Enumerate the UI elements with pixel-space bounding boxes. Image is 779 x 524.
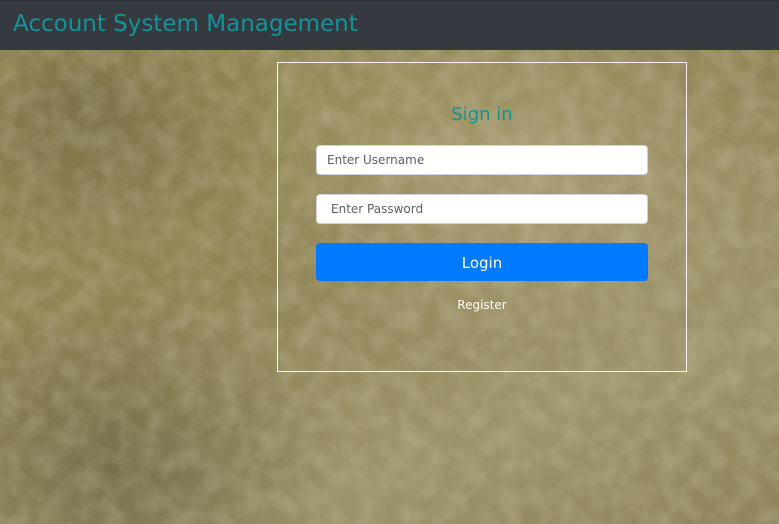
login-panel: Sign in Login Register xyxy=(277,62,687,372)
register-link[interactable]: Register xyxy=(278,296,686,314)
sign-in-heading: Sign in xyxy=(451,104,513,125)
app-title[interactable]: Account System Management xyxy=(13,9,358,39)
page: Account System Management Sign in Login … xyxy=(0,0,779,524)
top-navbar: Account System Management xyxy=(0,0,779,50)
username-input[interactable] xyxy=(316,145,648,175)
login-button[interactable]: Login xyxy=(316,243,648,281)
password-input[interactable] xyxy=(316,194,648,224)
